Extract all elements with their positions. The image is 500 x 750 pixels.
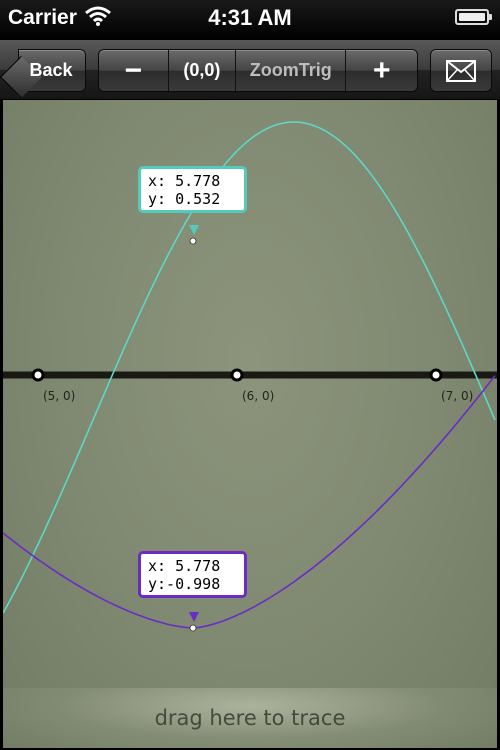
trace-tooltip-cyan: x: 5.778 y: 0.532: [138, 166, 247, 213]
cyan-curve: [3, 121, 496, 614]
graph-canvas[interactable]: (5, 0) (6, 0) (7, 0): [3, 100, 497, 748]
back-button[interactable]: Back: [0, 49, 86, 99]
zoom-in-button[interactable]: +: [346, 50, 417, 91]
trace-pointer-purple: [189, 612, 199, 622]
trace-hint-label: drag here to trace: [154, 706, 346, 730]
trace-y-value: y: 0.532: [148, 190, 221, 208]
trace-tooltip-purple: x: 5.778 y:-0.998: [138, 551, 247, 598]
trace-point-purple[interactable]: [189, 624, 197, 632]
battery-icon: [455, 9, 492, 25]
screen: Carrier 4:31 AM Back − (0,0) ZoomTrig +: [0, 0, 500, 750]
x-tick-label: (6, 0): [242, 389, 274, 403]
trace-pointer-cyan: [189, 225, 199, 235]
envelope-icon: [446, 59, 476, 82]
origin-button[interactable]: (0,0): [169, 50, 237, 91]
trace-y-value: y:-0.998: [148, 575, 221, 593]
zoom-out-button[interactable]: −: [99, 50, 169, 91]
status-time: 4:31 AM: [208, 5, 292, 30]
purple-curve: [3, 375, 496, 629]
trace-drag-area[interactable]: drag here to trace: [3, 688, 497, 748]
x-tick-label: (5, 0): [43, 389, 75, 403]
toolbar: Back − (0,0) ZoomTrig +: [0, 40, 500, 100]
trace-point-cyan[interactable]: [189, 237, 197, 245]
back-button-label: Back: [29, 60, 73, 80]
axis-point: [31, 368, 45, 382]
trace-x-value: x: 5.778: [148, 172, 221, 190]
axis-point: [429, 368, 443, 382]
mail-button[interactable]: [430, 49, 492, 92]
status-bar: Carrier 4:31 AM: [0, 0, 500, 40]
trace-x-value: x: 5.778: [148, 557, 221, 575]
x-tick-label: (7, 0): [441, 389, 473, 403]
graph-svg: (5, 0) (6, 0) (7, 0): [3, 121, 497, 632]
axis-point: [230, 368, 244, 382]
zoom-trig-button[interactable]: ZoomTrig: [236, 50, 347, 91]
graph-controls: − (0,0) ZoomTrig +: [98, 49, 418, 92]
